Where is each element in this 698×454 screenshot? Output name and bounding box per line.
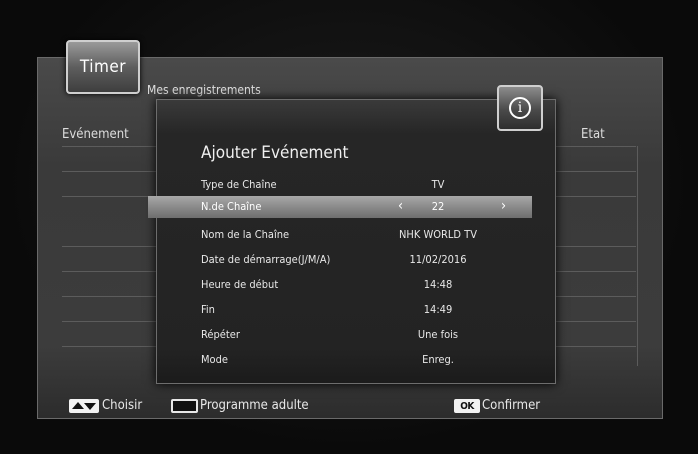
field-value: 14:48: [423, 278, 453, 291]
field-label: Fin: [201, 303, 215, 316]
field-label: Nom de la Chaîne: [201, 228, 290, 241]
list-divider: [62, 296, 156, 297]
field-value: Une fois: [417, 328, 459, 341]
list-divider: [62, 171, 156, 172]
field-start-date[interactable]: Date de démarrage(J/M/A) 11/02/2016: [148, 249, 532, 271]
field-value: 14:49: [423, 303, 453, 316]
field-value: TV: [431, 178, 445, 191]
field-value: 11/02/2016: [409, 253, 467, 266]
page-subtitle: Mes enregistrements: [147, 83, 261, 97]
column-header-state: Etat: [581, 127, 605, 142]
list-divider: [556, 271, 636, 272]
confirm-hint[interactable]: Confirmer: [482, 398, 540, 413]
field-end-time[interactable]: Fin 14:49: [148, 299, 532, 321]
field-channel-type[interactable]: Type de Chaîne TV: [148, 174, 532, 196]
list-divider: [62, 146, 156, 147]
field-value: Enreg.: [422, 353, 454, 366]
list-divider: [556, 146, 636, 147]
timer-tab: Timer: [66, 40, 140, 94]
list-divider: [62, 321, 156, 322]
ok-key-icon: OK: [454, 399, 480, 413]
field-label: Type de Chaîne: [201, 178, 277, 191]
list-divider: [556, 321, 636, 322]
list-divider: [556, 296, 636, 297]
list-divider: [556, 246, 636, 247]
list-divider: [62, 346, 156, 347]
list-divider: [556, 171, 636, 172]
scrollbar-track: [637, 146, 638, 366]
adult-program-hint[interactable]: Programme adulte: [200, 398, 309, 413]
field-label: Date de démarrage(J/M/A): [201, 253, 331, 266]
field-channel-name[interactable]: Nom de la Chaîne NHK WORLD TV: [148, 224, 532, 246]
info-icon: i: [497, 85, 543, 131]
field-channel-number[interactable]: N.de Chaîne ‹ 22 ›: [148, 196, 532, 218]
field-repeat[interactable]: Répéter Une fois: [148, 324, 532, 346]
choose-hint: Choisir: [102, 398, 143, 413]
blank-key-icon: [171, 399, 198, 413]
list-divider: [62, 196, 156, 197]
list-divider: [62, 246, 156, 247]
list-divider: [556, 346, 636, 347]
field-label: N.de Chaîne: [201, 200, 262, 213]
chevron-right-icon[interactable]: ›: [501, 198, 506, 214]
timer-tab-label: Timer: [79, 57, 127, 77]
field-mode[interactable]: Mode Enreg.: [148, 349, 532, 371]
field-value: 22: [431, 200, 445, 213]
field-label: Mode: [201, 353, 228, 366]
field-value: NHK WORLD TV: [398, 228, 477, 241]
dialog-title: Ajouter Evénement: [201, 143, 349, 163]
list-divider: [62, 271, 156, 272]
up-down-key-icon: [69, 399, 99, 413]
field-start-time[interactable]: Heure de début 14:48: [148, 274, 532, 296]
list-divider: [556, 196, 636, 197]
column-header-event: Evénement: [62, 127, 129, 142]
field-label: Répéter: [201, 328, 240, 341]
field-label: Heure de début: [201, 278, 279, 291]
